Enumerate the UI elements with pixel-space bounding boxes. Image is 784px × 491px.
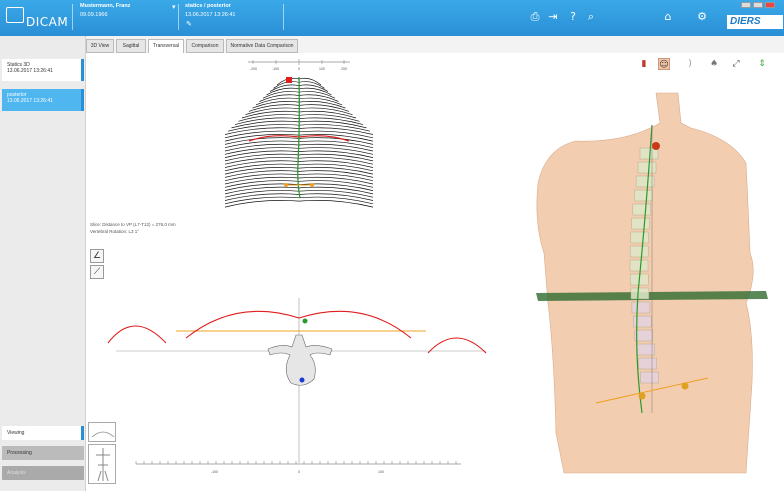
vertebra-box [631,217,650,230]
torso-3d-render [536,92,768,474]
tick-label: 200 [341,67,347,71]
app-header: DICAM Mustermann, Franz ▾ 09.09.1966 sta… [0,0,784,36]
rotation-info: Vertebral Rotation: L3 1° [90,229,139,234]
home-icon[interactable]: ⌂ [661,10,675,24]
thumbnail-transversal[interactable] [88,422,116,442]
edit-icon[interactable]: ✎ [186,20,192,28]
tab-transversal[interactable]: Transversal [148,39,184,53]
vertebra-box [629,245,649,258]
transversal-section: -100 0 100 [107,298,487,474]
header-divider [72,4,73,30]
maximize-button[interactable] [753,2,763,8]
vertebra-box [630,287,650,300]
gear-icon[interactable]: ⚙ [695,10,709,24]
printer-icon[interactable]: ⎙ [528,10,542,24]
vertebra-box [629,259,649,272]
close-button[interactable] [765,2,775,8]
left-panel: Statics 3D 13.06.2017 13:26:41 posterior… [0,36,86,491]
nav-processing[interactable]: Processing [2,446,84,460]
vertebra-box [634,329,654,342]
logo-mark-icon [6,7,24,23]
search-icon[interactable]: ⌕ [584,10,598,24]
tick-label: -200 [250,67,257,71]
tick-label: -100 [272,67,279,71]
help-icon[interactable]: ? [566,10,580,24]
torso-view-icon[interactable]: ☺ [658,58,670,70]
top-ruler: -200 -100 0 100 200 [248,59,350,71]
fit-view-icon[interactable]: ⤢ [730,58,742,70]
dimple-left-marker [638,392,646,400]
tab-comparison[interactable]: Comparison [186,39,224,53]
tick-label: 100 [378,470,384,474]
dicam-logo: DICAM [6,5,68,31]
dimple-right-marker [681,382,689,390]
slice-info: Slice: Distance to VP (L7-T12) = 276.0 m… [90,222,176,227]
vertebra-prominens-marker [652,142,660,150]
study-date: 13.06.2017 13:26:41 [7,98,53,104]
tab-normative-data-comparison[interactable]: Normative Data Comparison [226,39,298,53]
patient-dropdown-icon[interactable]: ▾ [172,3,176,11]
pelvis-icon[interactable]: ♠ [708,58,720,70]
spine-curve-icon[interactable]: ) [684,58,696,70]
tick-label: -100 [211,470,218,474]
minimize-button[interactable] [741,2,751,8]
header-divider [283,4,284,30]
study-date: 13.06.2017 13:26:41 [185,12,236,18]
spine-point [302,318,308,324]
vertebra-box [637,161,657,174]
tick-label: 0 [298,67,300,71]
vertebra-graphic [267,334,333,386]
tick-label: 100 [319,67,325,71]
header-divider [178,4,179,30]
tab-3d-view[interactable]: 3D View [86,39,114,53]
vertebra-box [640,371,659,384]
vertebra-box [631,301,651,314]
tick-label: 0 [298,470,300,474]
nav-viewing[interactable]: Viewing [2,426,84,440]
study-title[interactable]: statics / posterior [185,3,231,9]
thumbnail-skeleton[interactable] [88,444,116,484]
vertebra-box [635,175,655,188]
transversal-view: -200 -100 0 100 200 Slice: Distance to V… [90,59,768,474]
contour-line [224,200,374,208]
patient-name[interactable]: Mustermann, Franz [80,3,130,9]
study-item-selected[interactable]: posterior 13.06.2017 13:26:41 [2,89,84,111]
slice-control-icon[interactable]: ⇕ [756,58,768,70]
vertebra-center-point [299,377,305,383]
tab-sagittal[interactable]: Sagittal [116,39,146,53]
line-tool-icon[interactable]: ⟋ [90,265,104,279]
patient-dob: 09.09.1966 [80,12,108,18]
vertebra-box [633,315,652,328]
diers-brand: DIERS [727,15,783,29]
export-icon[interactable]: ⇥ [546,10,560,24]
vertebra-box [630,231,649,244]
vertebra-box [634,189,653,202]
vertebra-box [632,203,652,216]
body-icon[interactable]: ▮ [638,58,650,70]
study-date: 13.06.2017 13:26:41 [7,68,53,74]
logo-text: DICAM [26,15,69,29]
dimple-markers-top [284,183,314,187]
angle-tool-icon[interactable]: ∠ [90,249,104,263]
main-content: -200 -100 0 100 200 Slice: Distance to V… [86,53,784,491]
study-item[interactable]: Statics 3D 13.06.2017 13:26:41 [2,59,84,81]
vertebra-box [638,357,657,370]
nav-analysis[interactable]: Analysis [2,466,84,480]
